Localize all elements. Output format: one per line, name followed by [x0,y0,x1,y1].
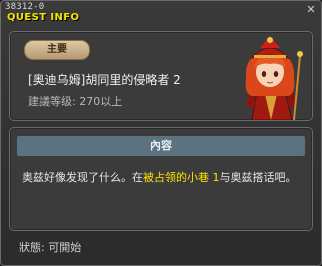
status-label: 狀態: [19,241,45,254]
quest-id: 38312-0 [5,2,45,12]
quest-type-badge: 主要 [24,40,90,60]
recommended-level: 建議等级: 270以上 [28,93,122,109]
window-title: QUEST INFO [7,12,80,23]
quest-description: 奥兹好像发现了什么。在被占领的小巷 1与奥兹搭话吧。 [22,168,306,188]
quest-summary-panel: 主要 [奥迪乌姆]胡同里的侵略者 2 建議等级: 270以上 [9,31,313,121]
content-header: 內容 [17,136,305,156]
title-bar[interactable]: 38312-0 QUEST INFO ✕ [1,1,321,27]
npc-portrait [245,36,303,120]
level-label: 建議等级: [28,95,76,108]
quest-title: [奥迪乌姆]胡同里的侵略者 2 [28,73,181,87]
quest-content-panel: 內容 奥兹好像发现了什么。在被占领的小巷 1与奥兹搭话吧。 [9,127,313,231]
quest-status: 狀態: 可開始 [19,239,81,255]
level-value: 270以上 [79,95,123,108]
close-icon[interactable]: ✕ [305,4,317,16]
location-link[interactable]: 被占领的小巷 1 [143,171,220,184]
status-value: 可開始 [48,241,82,254]
quest-info-window: 38312-0 QUEST INFO ✕ 主要 [奥迪乌姆]胡同里的侵略者 2 … [0,0,322,266]
desc-text-1: 奥兹好像发现了什么。在 [22,171,143,184]
desc-text-2: 与奥兹搭话吧。 [219,171,297,184]
